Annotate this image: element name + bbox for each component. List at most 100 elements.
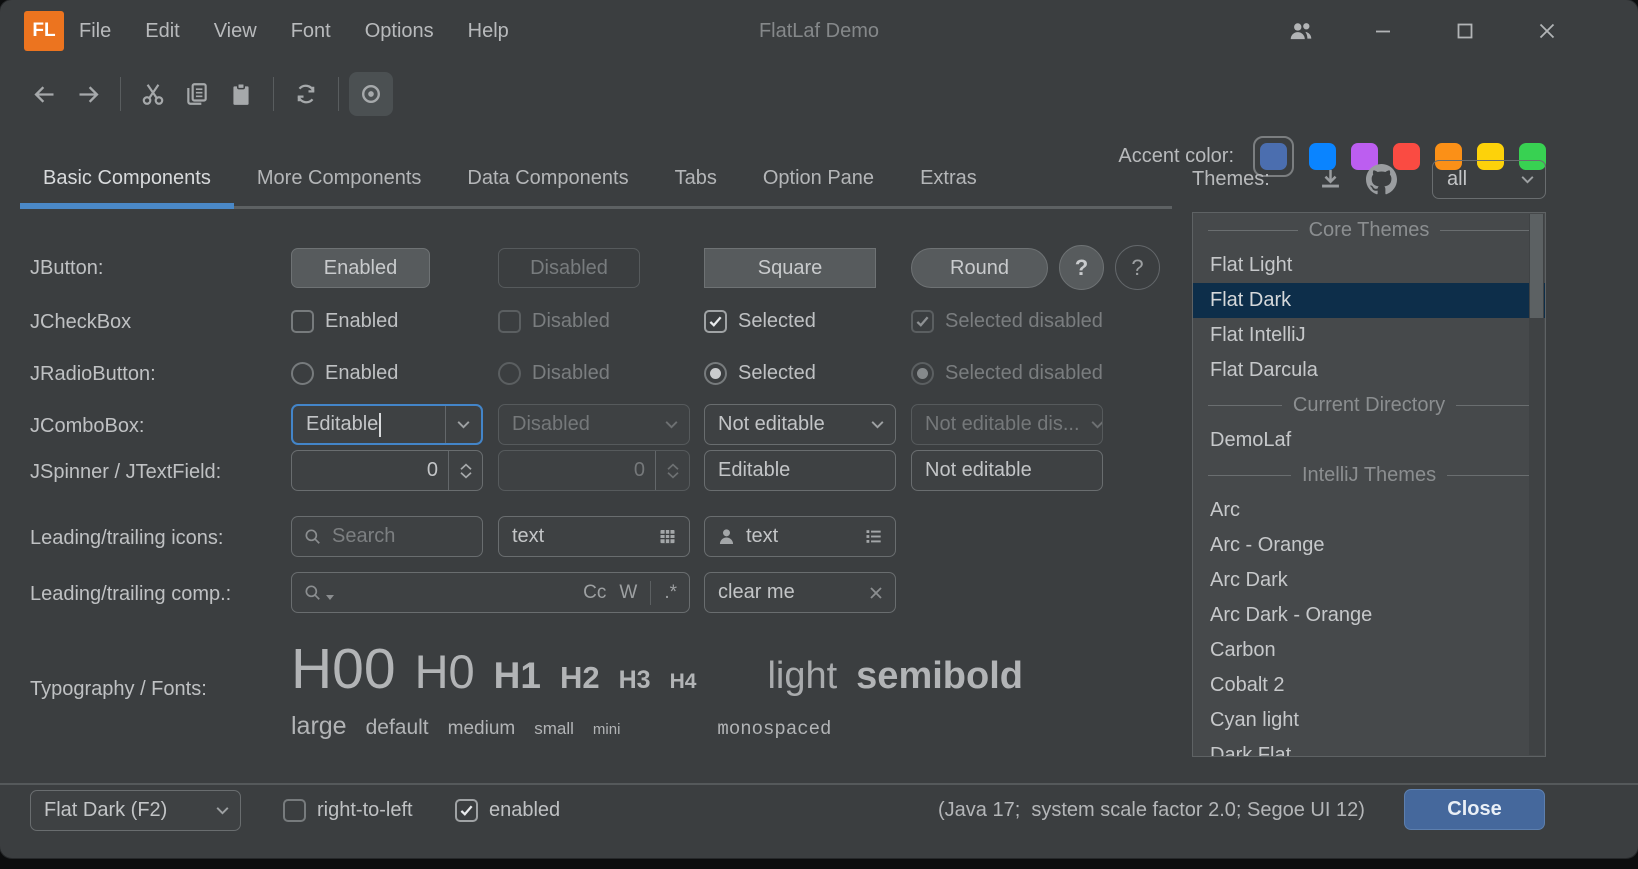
tab-basic-components[interactable]: Basic Components	[20, 150, 234, 206]
scrollbar-thumb[interactable]	[1530, 214, 1543, 318]
theme-item-flat-intellij[interactable]: Flat IntelliJ	[1193, 318, 1545, 353]
checkbox-box	[291, 310, 314, 333]
radio-circle	[291, 362, 314, 385]
tab-tabs[interactable]: Tabs	[652, 150, 740, 206]
tab-option-pane[interactable]: Option Pane	[740, 150, 897, 206]
theme-item-carbon[interactable]: Carbon	[1193, 633, 1545, 668]
download-icon[interactable]	[1317, 166, 1344, 193]
tab-extras[interactable]: Extras	[897, 150, 1000, 206]
typography-samples-row1: H00 H0 H1 H2 H3 H4 light semibold	[291, 636, 1023, 702]
show-toggle-button[interactable]	[349, 72, 393, 116]
search-with-options-field[interactable]: Cc W .*	[291, 572, 690, 613]
rtl-checkbox[interactable]: right-to-left	[283, 790, 413, 831]
typo-semibold: semibold	[856, 655, 1023, 698]
combo-not-editable[interactable]: Not editable	[704, 404, 896, 445]
match-case-button[interactable]: Cc	[583, 582, 606, 604]
typo-h4: H4	[670, 670, 697, 694]
combo-editable[interactable]: Editable	[291, 404, 483, 445]
spinner-value[interactable]: 0	[292, 459, 448, 482]
menu-font[interactable]: Font	[274, 20, 348, 43]
checkbox-selected[interactable]: Selected	[704, 304, 816, 338]
theme-item-arc[interactable]: Arc	[1193, 493, 1545, 528]
theme-item-demolaf[interactable]: DemoLaf	[1193, 423, 1545, 458]
cut-button[interactable]	[131, 72, 175, 116]
theme-item-arc-orange[interactable]: Arc - Orange	[1193, 528, 1545, 563]
tab-data-components[interactable]: Data Components	[444, 150, 651, 206]
back-button[interactable]	[22, 72, 66, 116]
typo-h0: H0	[415, 644, 475, 699]
checkbox-label: enabled	[489, 799, 560, 822]
users-icon[interactable]	[1260, 0, 1342, 62]
typo-h3: H3	[619, 666, 651, 695]
menu-file[interactable]: File	[62, 20, 128, 43]
menu-view[interactable]: View	[197, 20, 274, 43]
menu-help[interactable]: Help	[451, 20, 526, 43]
menu-edit[interactable]: Edit	[128, 20, 196, 43]
close-window-button[interactable]	[1506, 0, 1588, 62]
toolbar-separator	[273, 77, 274, 111]
theme-item-cobalt-2[interactable]: Cobalt 2	[1193, 668, 1545, 703]
tab-more-components[interactable]: More Components	[234, 150, 445, 206]
theme-item-flat-darcula[interactable]: Flat Darcula	[1193, 353, 1545, 388]
whole-word-button[interactable]: W	[619, 582, 637, 604]
search-field[interactable]: Search	[291, 516, 483, 557]
enabled-button[interactable]: Enabled	[291, 248, 430, 288]
theme-item-arc-dark[interactable]: Arc Dark	[1193, 563, 1545, 598]
themes-scrollbar[interactable]	[1529, 214, 1544, 755]
jbutton-label: JButton:	[30, 257, 103, 280]
round-button[interactable]: Round	[911, 248, 1048, 288]
checkbox-label: right-to-left	[317, 799, 413, 822]
help-button-outline[interactable]: ?	[1115, 245, 1160, 290]
clear-icon[interactable]	[868, 585, 884, 601]
checkbox-selected-disabled: Selected disabled	[911, 304, 1103, 338]
text-field-person-list[interactable]: text	[704, 516, 896, 557]
theme-item-arc-dark-orange[interactable]: Arc Dark - Orange	[1193, 598, 1545, 633]
chevron-down-icon[interactable]	[204, 791, 240, 830]
status-info: (Java 17; system scale factor 2.0; Segoe…	[938, 790, 1365, 831]
toolbar-separator	[338, 77, 339, 111]
refresh-button[interactable]	[284, 72, 328, 116]
close-button[interactable]: Close	[1404, 789, 1545, 830]
text-field-trailing-table[interactable]: text	[498, 516, 690, 557]
theme-item-flat-light[interactable]: Flat Light	[1193, 248, 1545, 283]
typo-mini: mini	[593, 721, 621, 738]
checkbox-disabled: Disabled	[498, 304, 610, 338]
chevron-up-icon	[666, 463, 680, 471]
search-dropdown-icon[interactable]	[303, 583, 334, 603]
chevron-down-icon	[666, 471, 680, 479]
paste-button[interactable]	[219, 72, 263, 116]
typo-large: large	[291, 712, 347, 741]
spinner[interactable]: 0	[291, 450, 483, 491]
typo-h00: H00	[291, 636, 396, 702]
typo-monospaced: monospaced	[717, 718, 831, 740]
checkbox-label: Selected disabled	[945, 310, 1103, 333]
divider	[650, 581, 651, 605]
github-icon[interactable]	[1366, 164, 1397, 195]
copy-button[interactable]	[175, 72, 219, 116]
chevron-down-icon[interactable]	[445, 406, 481, 443]
enabled-checkbox[interactable]: enabled	[455, 790, 560, 831]
themes-filter-combo[interactable]: all	[1432, 160, 1546, 199]
textfield-value: Editable	[705, 459, 790, 482]
menu-options[interactable]: Options	[348, 20, 451, 43]
regex-button[interactable]: .*	[664, 582, 677, 604]
help-button[interactable]: ?	[1059, 245, 1104, 290]
chevron-down-icon[interactable]	[859, 405, 895, 444]
forward-button[interactable]	[66, 72, 110, 116]
radio-enabled[interactable]: Enabled	[291, 356, 398, 390]
textfield-editable[interactable]: Editable	[704, 450, 896, 491]
minimize-button[interactable]	[1342, 0, 1424, 62]
typo-small: small	[534, 719, 574, 739]
typo-default: default	[366, 716, 429, 740]
square-button[interactable]: Square	[704, 248, 876, 288]
checkbox-enabled[interactable]: Enabled	[291, 304, 398, 338]
radio-selected[interactable]: Selected	[704, 356, 816, 390]
clearable-field[interactable]: clear me	[704, 572, 896, 613]
theme-item-flat-dark[interactable]: Flat Dark	[1193, 283, 1545, 318]
spinner-stepper[interactable]	[448, 451, 482, 490]
disabled-button: Disabled	[498, 248, 640, 288]
theme-item-dark-flat[interactable]: Dark Flat	[1193, 738, 1545, 757]
maximize-button[interactable]	[1424, 0, 1506, 62]
theme-item-cyan-light[interactable]: Cyan light	[1193, 703, 1545, 738]
laf-selector-combo[interactable]: Flat Dark (F2)	[30, 790, 241, 831]
